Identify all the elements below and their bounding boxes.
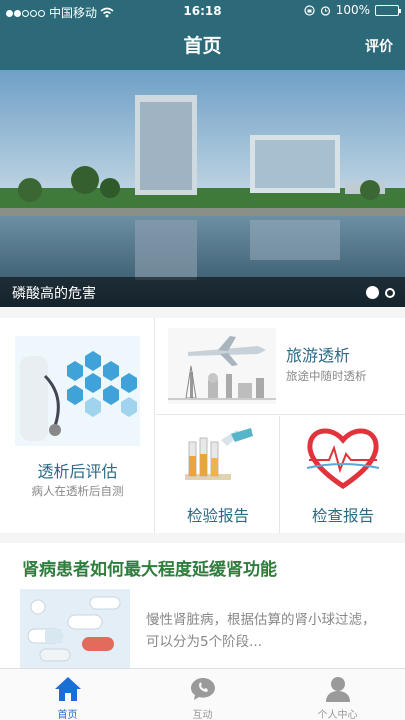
rate-button[interactable]: 评价 <box>365 36 393 56</box>
chat-icon <box>191 678 215 700</box>
banner-caption: 磷酸高的危害 <box>0 277 405 307</box>
travel-title: 旅游透析 <box>286 346 351 365</box>
status-right: 100% <box>304 3 401 17</box>
assessment-card[interactable]: 透析后评估 病人在透析后自测 <box>0 318 155 533</box>
banner-pager[interactable] <box>366 286 395 299</box>
battery-icon <box>375 4 401 16</box>
lab-report-card[interactable]: 检验报告 <box>156 416 280 533</box>
tab-interact-label: 互动 <box>192 710 213 720</box>
status-bar: 中国移动 16:18 100% <box>0 0 405 22</box>
tab-bar: 首页 互动 个人中心 <box>0 668 405 720</box>
airplane-illustration <box>168 328 276 404</box>
lab-report-title: 检验报告 <box>186 507 249 525</box>
test-tubes-icon <box>185 428 253 480</box>
pager-dot-active[interactable] <box>366 286 379 299</box>
stethoscope-illustration <box>15 336 140 446</box>
tab-home[interactable]: 首页 <box>0 669 135 720</box>
alarm-icon <box>320 5 330 16</box>
check-report-title: 检查报告 <box>311 507 374 525</box>
article-card[interactable]: 肾病患者如何最大程度延缓肾功能 慢性肾脏病，根据估算的肾小球过滤，可以分为5个阶… <box>0 543 405 668</box>
pills-image <box>20 589 130 668</box>
pager-dot[interactable] <box>385 288 395 298</box>
banner-carousel[interactable]: 磷酸高的危害 <box>0 70 405 307</box>
tab-home-label: 首页 <box>57 710 78 720</box>
travel-subtitle: 旅途中随时透析 <box>286 369 367 383</box>
article-title: 肾病患者如何最大程度延缓肾功能 <box>22 560 277 580</box>
top-bar: 中国移动 16:18 100% 首页 评价 <box>0 0 405 70</box>
home-icon <box>55 677 81 701</box>
rotation-lock-icon <box>304 4 315 16</box>
tab-interact[interactable]: 互动 <box>135 669 270 720</box>
tab-profile[interactable]: 个人中心 <box>270 669 405 720</box>
person-icon <box>326 677 350 702</box>
article-summary: 慢性肾脏病，根据估算的肾小球过滤，可以分为5个阶段... <box>146 612 376 650</box>
battery-percent: 100% <box>335 3 370 17</box>
heart-pulse-icon <box>306 428 380 490</box>
check-report-card[interactable]: 检查报告 <box>281 416 405 533</box>
feature-grid: 透析后评估 病人在透析后自测 旅游透析 旅途中随时透析 检验报告 检查报告 <box>0 318 405 533</box>
banner-image <box>0 70 405 307</box>
travel-dialysis-card[interactable]: 旅游透析 旅途中随时透析 <box>156 318 405 415</box>
assessment-title: 透析后评估 <box>37 462 118 481</box>
page-title: 首页 <box>183 35 222 57</box>
assessment-subtitle: 病人在透析后自测 <box>31 484 124 498</box>
tab-profile-label: 个人中心 <box>317 710 358 720</box>
